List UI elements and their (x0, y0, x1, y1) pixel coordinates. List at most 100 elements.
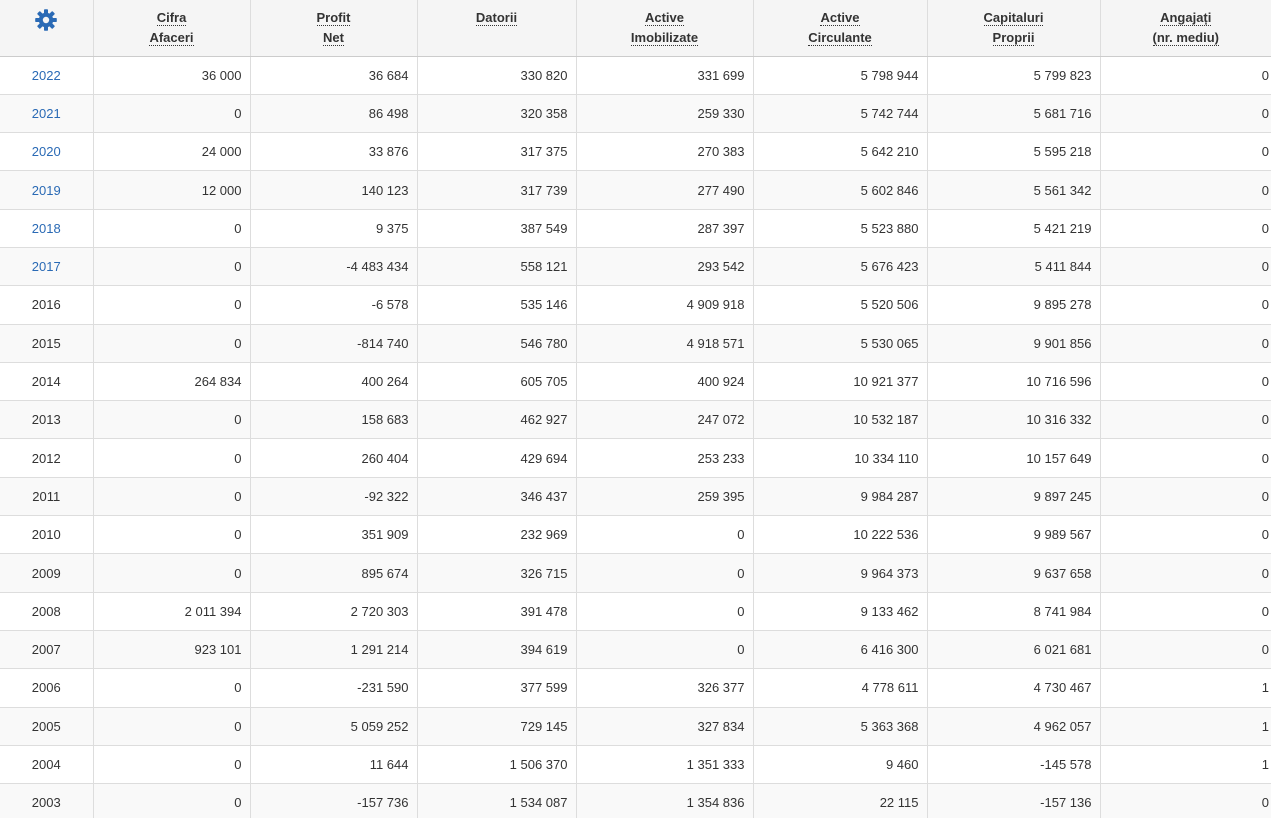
year-link[interactable]: 2017 (32, 259, 61, 274)
column-header[interactable]: Profit Net (250, 0, 418, 57)
table-cell: 0 (93, 247, 251, 287)
year-link[interactable]: 2021 (32, 106, 61, 121)
table-cell: 377 599 (417, 668, 577, 708)
table-cell: 10 921 377 (753, 362, 928, 402)
table-cell: 346 437 (417, 477, 577, 517)
table-cell: 0 (93, 94, 251, 134)
column-header[interactable]: Capitaluri Proprii (927, 0, 1101, 57)
year-cell[interactable]: 2020 (0, 132, 94, 172)
table-cell: 11 644 (250, 745, 418, 785)
table-cell: 0 (93, 209, 251, 248)
year-cell: 2003 (0, 783, 94, 818)
table-cell: 140 123 (250, 170, 418, 210)
table-cell: 0 (576, 630, 754, 670)
table-cell: 9 375 (250, 209, 418, 248)
year-cell: 2012 (0, 438, 94, 478)
column-header-label: Active (644, 10, 685, 26)
table-cell: 33 876 (250, 132, 418, 172)
table-cell: 293 542 (576, 247, 754, 287)
table-row: 2016 0 -6 578 535 146 4 909 918 5 520 506 9 89… (0, 285, 1271, 325)
table-cell: -92 322 (250, 477, 418, 517)
column-header-label: (nr. mediu) (1152, 30, 1219, 46)
column-header-label: Capitaluri (983, 10, 1044, 26)
column-header[interactable]: Datorii (417, 0, 577, 57)
table-cell: 22 115 (753, 783, 928, 818)
year-cell: 2008 (0, 592, 94, 631)
table-cell: 5 411 844 (927, 247, 1101, 287)
table-cell: 0 (1100, 170, 1271, 210)
table-cell: 10 222 536 (753, 515, 928, 555)
table-cell: 4 909 918 (576, 285, 754, 325)
table-cell: 232 969 (417, 515, 577, 555)
year-cell: 2016 (0, 285, 94, 325)
year-cell[interactable]: 2022 (0, 56, 94, 95)
table-row: 2003 0 -157 736 1 534 087 1 354 836 22 115 -15… (0, 783, 1271, 818)
year-label: 2003 (31, 795, 61, 811)
table-cell: 0 (1100, 630, 1271, 670)
table-row: 2006 0 -231 590 377 599 326 377 4 778 611 4 73… (0, 668, 1271, 708)
table-cell: 387 549 (417, 209, 577, 248)
table-cell: 400 264 (250, 362, 418, 402)
column-header-label: Imobilizate (630, 30, 699, 46)
year-cell[interactable]: 2018 (0, 209, 94, 248)
year-label: 2006 (31, 680, 61, 696)
table-cell: -145 578 (927, 745, 1101, 785)
table-cell: 326 377 (576, 668, 754, 708)
table-cell: 0 (93, 324, 251, 363)
column-header[interactable]: Active Imobilizate (576, 0, 754, 57)
table-row: 2013 0 158 683 462 927 247 072 10 532 187 10 3… (0, 400, 1271, 440)
table-cell: 0 (576, 515, 754, 555)
table-cell: 317 739 (417, 170, 577, 210)
table-cell: 5 530 065 (753, 324, 928, 363)
year-cell[interactable]: 2021 (0, 94, 94, 134)
table-cell: 9 964 373 (753, 553, 928, 593)
year-link[interactable]: 2022 (32, 68, 61, 83)
financial-table: Cifra Afaceri Profit Net Datorii Active Imobil… (0, 0, 1271, 818)
table-cell: 270 383 (576, 132, 754, 172)
table-cell: 5 681 716 (927, 94, 1101, 134)
table-cell: 535 146 (417, 285, 577, 325)
table-cell: 4 730 467 (927, 668, 1101, 708)
table-row: 2012 0 260 404 429 694 253 233 10 334 110 10 1… (0, 438, 1271, 478)
table-body: 2022 36 000 36 684 330 820 331 699 5 798 944 5… (0, 56, 1271, 818)
table-cell: 0 (1100, 783, 1271, 818)
table-cell: 12 000 (93, 170, 251, 210)
table-cell: 5 523 880 (753, 209, 928, 248)
column-header[interactable]: Active Circulante (753, 0, 928, 57)
year-cell[interactable]: 2019 (0, 170, 94, 210)
year-label: 2012 (31, 450, 61, 466)
table-cell: 1 (1100, 707, 1271, 746)
table-cell: 10 334 110 (753, 438, 928, 478)
year-link[interactable]: 2018 (32, 221, 61, 236)
year-label: 2011 (32, 488, 61, 504)
table-cell: 0 (1100, 400, 1271, 440)
table-cell: 0 (93, 783, 251, 818)
settings-header-cell[interactable] (0, 0, 94, 57)
table-cell: 259 330 (576, 94, 754, 134)
column-header-label: Afaceri (149, 30, 194, 46)
table-cell: 0 (1100, 324, 1271, 363)
year-link[interactable]: 2019 (32, 183, 61, 198)
table-cell: 0 (1100, 285, 1271, 325)
table-cell: 326 715 (417, 553, 577, 593)
year-link[interactable]: 2020 (32, 144, 61, 159)
table-row: 2017 0 -4 483 434 558 121 293 542 5 676 423 5 … (0, 247, 1271, 287)
table-cell: 247 072 (576, 400, 754, 440)
table-cell: 330 820 (417, 56, 577, 95)
table-cell: 0 (576, 553, 754, 593)
table-cell: 429 694 (417, 438, 577, 478)
table-cell: 0 (93, 438, 251, 478)
table-cell: 400 924 (576, 362, 754, 402)
gear-icon[interactable] (34, 8, 58, 32)
year-label: 2010 (31, 527, 61, 543)
table-cell: 5 799 823 (927, 56, 1101, 95)
column-header[interactable]: Angajați (nr. mediu) (1100, 0, 1271, 57)
table-cell: -231 590 (250, 668, 418, 708)
table-cell: 287 397 (576, 209, 754, 248)
table-cell: 5 363 368 (753, 707, 928, 746)
table-cell: -814 740 (250, 324, 418, 363)
column-header[interactable]: Cifra Afaceri (93, 0, 251, 57)
year-cell[interactable]: 2017 (0, 247, 94, 287)
table-cell: 0 (93, 707, 251, 746)
year-cell: 2013 (0, 400, 94, 440)
